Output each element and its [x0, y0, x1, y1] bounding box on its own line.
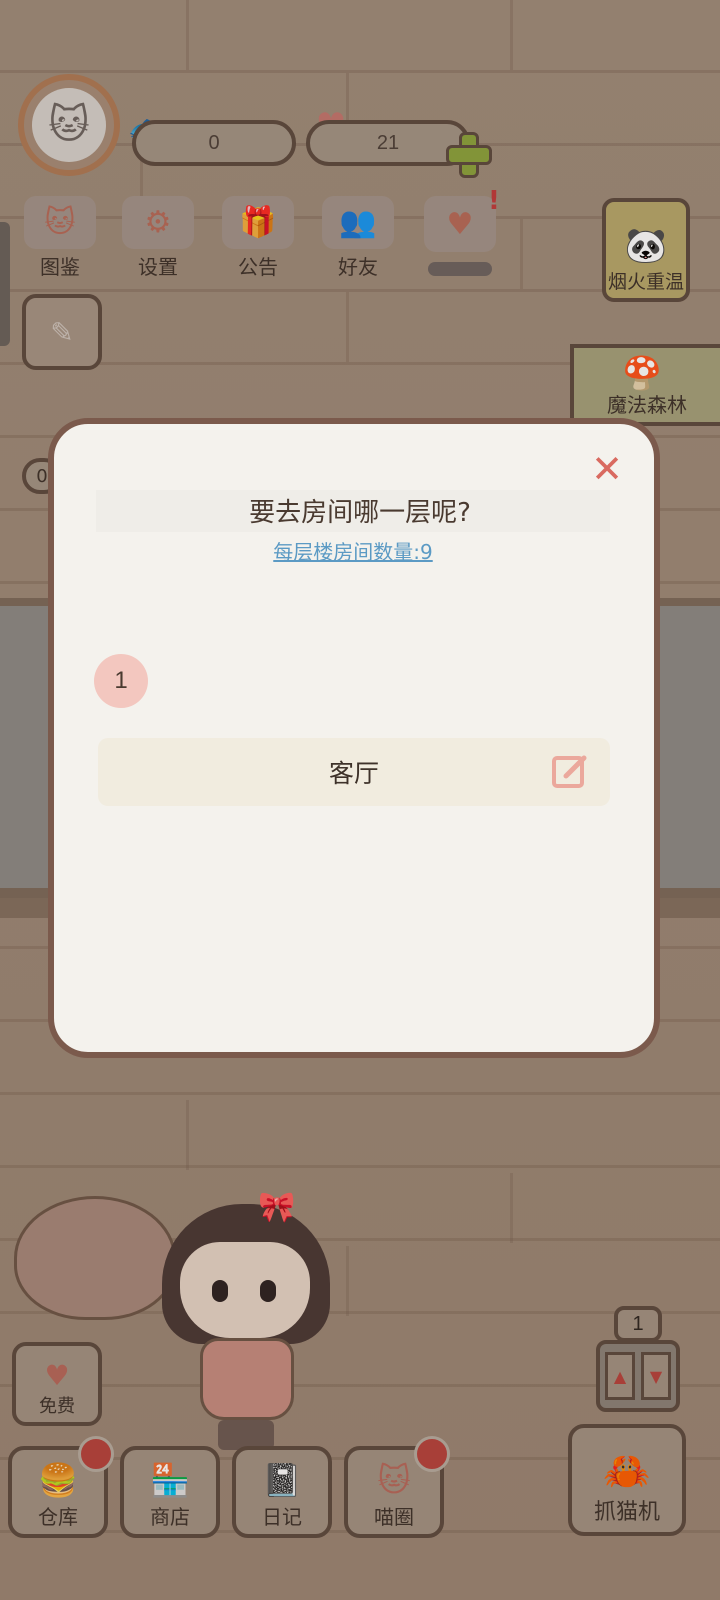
room-item-living-room[interactable]: 客厅: [98, 738, 610, 806]
close-icon[interactable]: ✕: [588, 447, 626, 491]
floor-number-badge: 1: [94, 654, 148, 708]
edit-icon[interactable]: [550, 752, 590, 792]
room-name: 客厅: [328, 759, 379, 788]
rooms-per-floor-link[interactable]: 每层楼房间数量:9: [0, 536, 706, 565]
dialog-title: 要去房间哪一层呢?: [249, 498, 471, 528]
